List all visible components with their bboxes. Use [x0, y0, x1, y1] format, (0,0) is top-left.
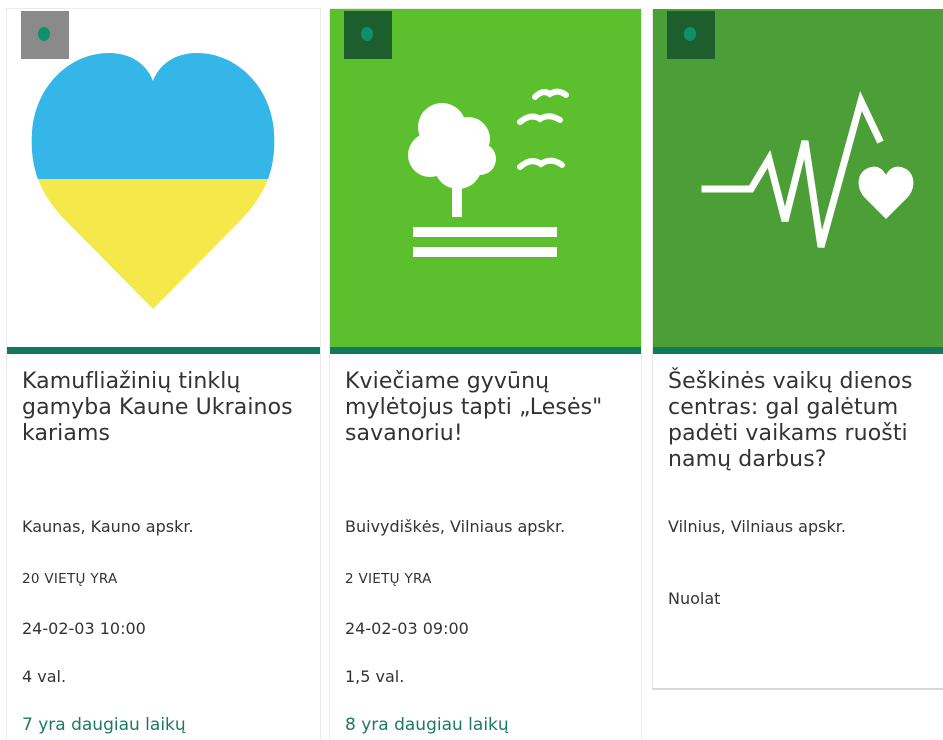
badge-dot-icon — [361, 27, 373, 41]
event-datetime: 24-02-03 09:00 — [345, 619, 469, 638]
heart-ukraine-icon — [31, 53, 275, 309]
event-title[interactable]: Kviečiame gyvūnų mylėtojus tapti „Lesės"… — [345, 369, 635, 447]
event-places: 2 VIETŲ YRA — [345, 571, 432, 587]
event-duration: 1,5 val. — [345, 667, 405, 686]
event-location: Kaunas, Kauno apskr. — [22, 517, 194, 536]
event-title[interactable]: Kamufliažinių tinklų gamyba Kaune Ukrain… — [22, 369, 312, 447]
more-times-link[interactable]: 7 yra daugiau laikų — [22, 715, 186, 735]
event-schedule: Nuolat — [668, 589, 721, 608]
accent-bar — [7, 347, 320, 354]
badge-dot-icon — [38, 27, 50, 41]
event-image[interactable] — [330, 9, 641, 347]
more-times-link[interactable]: 8 yra daugiau laikų — [345, 715, 509, 735]
category-badge — [21, 11, 69, 59]
category-badge — [667, 11, 715, 59]
event-card-2[interactable]: Kviečiame gyvūnų mylėtojus tapti „Lesės"… — [330, 9, 641, 740]
heartbeat-heart-icon — [701, 90, 914, 248]
accent-bar — [330, 347, 641, 354]
event-card-3[interactable]: Šeškinės vaikų dienos centras: gal galėt… — [652, 9, 943, 690]
event-title[interactable]: Šeškinės vaikų dienos centras: gal galėt… — [668, 369, 943, 473]
event-places: 20 VIETŲ YRA — [22, 571, 118, 587]
event-location: Vilnius, Vilniaus apskr. — [668, 517, 846, 536]
event-card-1[interactable]: Kamufliažinių tinklų gamyba Kaune Ukrain… — [7, 9, 320, 740]
tree-birds-icon — [408, 88, 569, 257]
event-image[interactable] — [7, 9, 320, 347]
category-badge — [344, 11, 392, 59]
event-image[interactable] — [653, 9, 943, 347]
accent-bar — [653, 347, 943, 354]
badge-dot-icon — [684, 27, 696, 41]
event-duration: 4 val. — [22, 667, 67, 686]
event-location: Buivydiškės, Vilniaus apskr. — [345, 517, 566, 536]
event-datetime: 24-02-03 10:00 — [22, 619, 146, 638]
